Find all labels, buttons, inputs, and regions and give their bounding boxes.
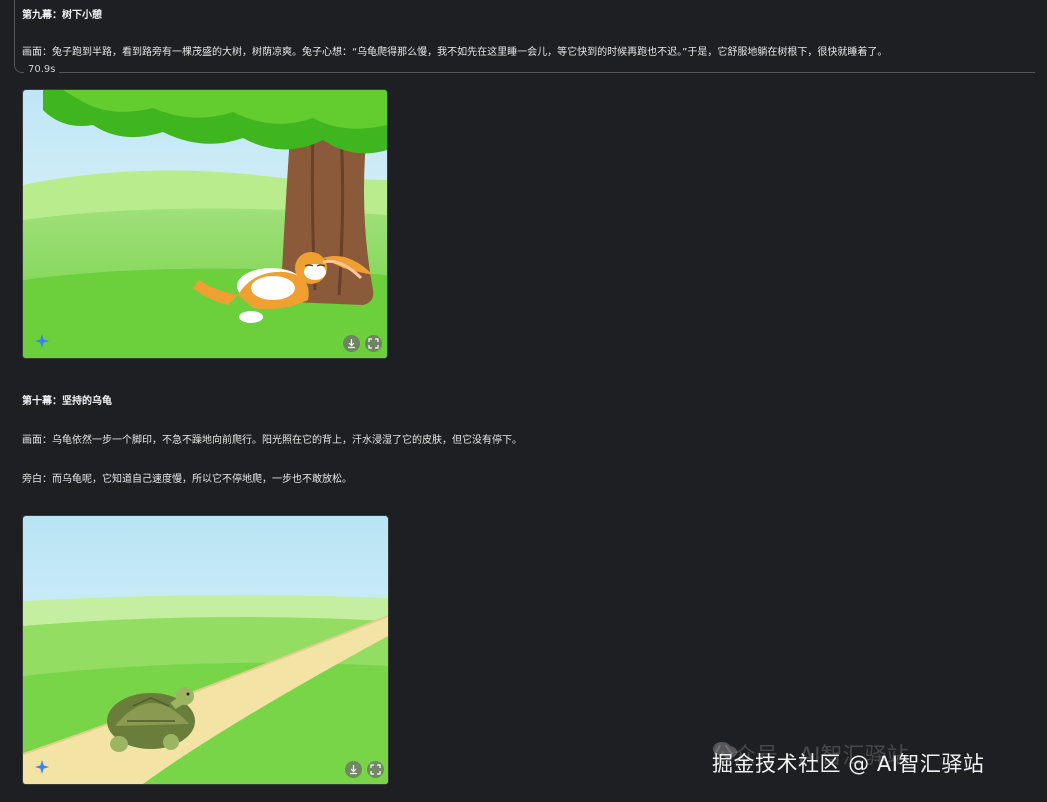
fullscreen-button[interactable] <box>367 761 384 778</box>
sparkle-icon <box>35 760 49 774</box>
scene-description: 画面：乌龟依然一步一个脚印，不急不躁地向前爬行。阳光照在它的背上，汗水浸湿了它的… <box>22 435 522 446</box>
scene-title: 第十幕：坚持的乌龟 <box>22 396 112 407</box>
watermark: 掘金技术社区 @ AI智汇驿站 <box>712 752 985 776</box>
sparkle-icon <box>35 334 49 348</box>
fullscreen-button[interactable] <box>365 335 382 352</box>
scene-description: 画面：兔子跑到半路，看到路旁有一棵茂盛的大树，树荫凉爽。兔子心想：“乌龟爬得那么… <box>22 47 888 58</box>
scene-title: 第九幕：树下小憩 <box>22 10 102 21</box>
generated-image-tortoise[interactable] <box>22 515 389 785</box>
thought-block <box>14 0 1035 73</box>
rabbit-illustration <box>23 90 387 358</box>
elapsed-time[interactable]: 70.9s <box>24 64 60 75</box>
download-button[interactable] <box>343 335 360 352</box>
fullscreen-icon <box>368 338 379 349</box>
scene-narration: 旁白：而乌龟呢，它知道自己速度慢，所以它不停地爬，一步也不敢放松。 <box>22 474 352 485</box>
download-icon <box>350 765 357 775</box>
fullscreen-icon <box>370 764 381 775</box>
tortoise-illustration <box>23 516 388 784</box>
download-button[interactable] <box>345 761 362 778</box>
generated-image-rabbit[interactable] <box>22 89 388 359</box>
download-icon <box>348 339 355 349</box>
